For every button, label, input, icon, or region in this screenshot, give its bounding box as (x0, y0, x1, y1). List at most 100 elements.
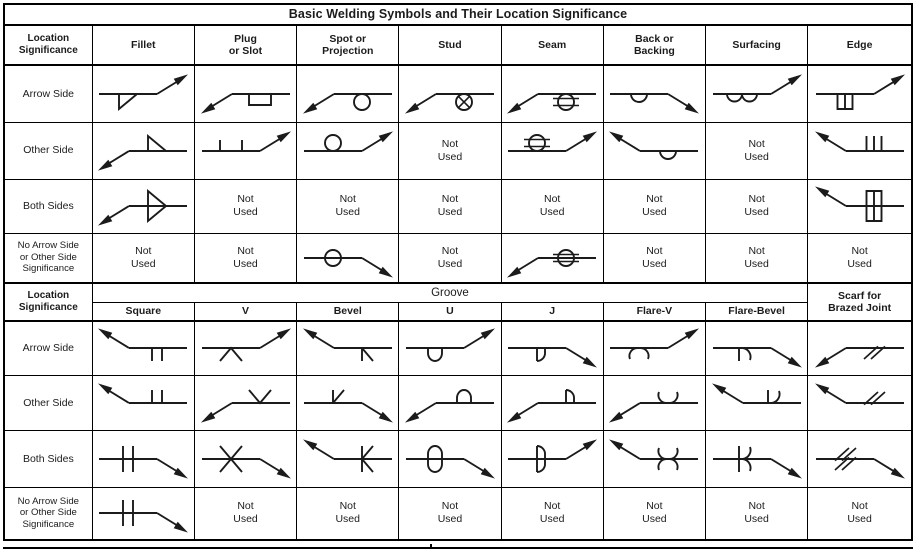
symbol-cell-surfacing (704, 64, 809, 123)
symbol-cell-ugroove (398, 320, 502, 376)
table-row: No Arrow Side or Other Side Significance No… (3, 232, 913, 283)
not-used-cell-vee: Not Used (193, 487, 298, 540)
not-used-cell-fillet: Not Used (91, 232, 195, 283)
not-used-cell-surfacing: Not Used (704, 232, 809, 283)
not-used-cell-flarev: Not Used (602, 487, 707, 540)
not-used-cell-scarf: Not Used (807, 487, 913, 540)
row-label-2-s1: Other Side (3, 121, 93, 180)
column-header-edge: Edge (807, 24, 913, 66)
symbol-cell-vee (193, 320, 298, 376)
symbol-cell-bevel (296, 375, 400, 431)
symbol-cell-plug (193, 64, 298, 123)
table-body: Basic Welding Symbols and Their Location… (3, 3, 913, 540)
symbol-cell-fillet (91, 178, 195, 234)
column-header-stud: Stud (398, 24, 502, 66)
not-used-cell-back: Not Used (602, 178, 707, 234)
symbol-cell-fillet (91, 121, 195, 180)
symbol-cell-square (91, 487, 195, 540)
chart-title: Basic Welding Symbols and Their Location… (3, 3, 913, 26)
table-row: Other Side (3, 375, 913, 431)
symbol-cell-vee (193, 375, 298, 431)
symbol-cell-seam (500, 121, 604, 180)
symbol-cell-scarf (807, 375, 913, 431)
not-used-cell-surfacing: Not Used (704, 178, 809, 234)
column-header-location-significance-2: Location Significance (3, 281, 93, 322)
not-used-cell-plug: Not Used (193, 232, 298, 283)
row-label-2-s2: Other Side (3, 375, 93, 431)
column-header-seam: Seam (500, 24, 604, 66)
not-used-cell-stud: Not Used (398, 121, 502, 180)
not-used-cell-stud: Not Used (398, 178, 502, 234)
column-header-fillet: Fillet (91, 24, 195, 66)
row-label-1-s1: Arrow Side (3, 64, 93, 123)
title-row: Basic Welding Symbols and Their Location… (3, 3, 913, 26)
row-label-1-s2: Arrow Side (3, 320, 93, 376)
not-used-cell-spot: Not Used (296, 178, 400, 234)
column-header-location-significance: Location Significance (3, 24, 93, 66)
not-used-cell-jgroove: Not Used (500, 487, 604, 540)
symbol-cell-flarev (602, 430, 707, 488)
column-header-ugroove: U (398, 301, 502, 322)
not-used-cell-seam: Not Used (500, 178, 604, 234)
column-header-bevel: Bevel (296, 301, 400, 322)
welding-symbol-chart: Basic Welding Symbols and Their Location… (0, 0, 916, 552)
symbol-cell-flarev (602, 320, 707, 376)
not-used-cell-flarebevel: Not Used (704, 487, 809, 540)
column-header-plug: Plug or Slot (193, 24, 298, 66)
symbol-cell-spot (296, 121, 400, 180)
column-header-jgroove: J (500, 301, 604, 322)
column-header-flarebevel: Flare-Bevel (704, 301, 809, 322)
column-header-spot: Spot or Projection (296, 24, 400, 66)
symbol-cell-ugroove (398, 430, 502, 488)
table-row: Other Side Not Used Not Used (3, 121, 913, 180)
symbol-cell-scarf (807, 320, 913, 376)
symbol-cell-back (602, 121, 707, 180)
section2-subheader-row: Square V Bevel U J Flare-V Flare-Bevel (4, 301, 912, 322)
not-used-cell-stud: Not Used (398, 232, 502, 283)
table-row: Arrow Side (3, 320, 913, 376)
symbol-cell-spot (296, 232, 400, 283)
symbol-cell-back (602, 64, 707, 123)
column-header-flarev: Flare-V (602, 301, 707, 322)
symbol-cell-spot (296, 64, 400, 123)
symbol-cell-square (91, 430, 195, 488)
not-used-cell-back: Not Used (602, 232, 707, 283)
symbol-cell-flarebevel (704, 320, 809, 376)
symbol-cell-jgroove (500, 375, 604, 431)
row-label-4-s1: No Arrow Side or Other Side Significance (3, 232, 93, 283)
column-header-scarf: Scarf for Brazed Joint (807, 281, 913, 322)
symbol-cell-jgroove (500, 320, 604, 376)
not-used-cell-plug: Not Used (193, 178, 298, 234)
symbol-cell-jgroove (500, 430, 604, 488)
symbol-cell-flarebevel (704, 375, 809, 431)
bottom-rule (3, 547, 913, 549)
not-used-cell-surfacing: Not Used (704, 121, 809, 180)
bottom-notch (430, 544, 432, 549)
symbol-cell-bevel (296, 430, 400, 488)
not-used-cell-ugroove: Not Used (398, 487, 502, 540)
symbol-cell-flarev (602, 375, 707, 431)
symbol-cell-scarf (807, 430, 913, 488)
symbol-cell-seam (500, 232, 604, 283)
symbol-cell-ugroove (398, 375, 502, 431)
row-label-3-s1: Both Sides (3, 178, 93, 234)
symbol-cell-edge (807, 121, 913, 180)
welding-symbols-table: Basic Welding Symbols and Their Location… (3, 3, 913, 541)
symbol-cell-seam (500, 64, 604, 123)
table-row: Arrow Side (3, 64, 913, 123)
symbol-cell-stud (398, 64, 502, 123)
section1-header-row: Location Significance Fillet Plug or Slot Sp… (3, 24, 913, 66)
column-header-back: Back or Backing (602, 24, 707, 66)
table-row: Both Sides (3, 430, 913, 488)
symbol-cell-edge (807, 64, 913, 123)
symbol-cell-square (91, 320, 195, 376)
row-label-3-s2: Both Sides (3, 430, 93, 488)
symbol-cell-edge (807, 178, 913, 234)
row-label-4-s2: No Arrow Side or Other Side Significance (3, 487, 93, 540)
symbol-cell-square (91, 375, 195, 431)
symbol-cell-flarebevel (704, 430, 809, 488)
symbol-cell-vee (193, 430, 298, 488)
column-group-header-groove: Groove (91, 281, 809, 303)
symbol-cell-plug (193, 121, 298, 180)
table-row: No Arrow Side or Other Side Significance No… (3, 487, 913, 540)
